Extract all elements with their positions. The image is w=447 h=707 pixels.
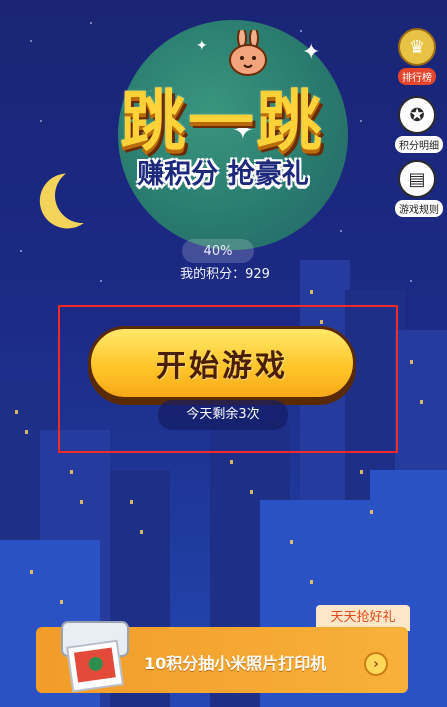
rules-icon: ▤ xyxy=(398,160,436,198)
ranking-button[interactable]: ♛ 排行榜 xyxy=(395,28,439,85)
start-game-label: 开始游戏 xyxy=(156,349,288,384)
game-rules-label: 游戏规则 xyxy=(395,200,443,217)
remaining-plays-text: 今天剩余3次 xyxy=(158,400,288,430)
star-badge-icon: ✪ xyxy=(398,96,436,134)
sparkle-icon: ✦ xyxy=(196,38,208,54)
arrow-right-icon[interactable]: › xyxy=(364,652,388,676)
ranking-label: 排行榜 xyxy=(398,68,436,85)
game-scene: ✦ ✦ ✦ 跳一跳 赚积分 抢豪礼 ♛ 排行榜 ✪ 积分明细 ▤ 游戏规则 40… xyxy=(0,0,447,707)
progress-pill: 40% xyxy=(182,239,254,263)
my-points-text: 我的积分：929 xyxy=(180,267,270,282)
trophy-icon: ♛ xyxy=(398,28,436,66)
game-logo-title: 跳一跳 xyxy=(120,83,324,160)
points-detail-button[interactable]: ✪ 积分明细 xyxy=(395,96,443,153)
game-rules-button[interactable]: ▤ 游戏规则 xyxy=(395,160,443,217)
prize-banner-text: 10积分抽小米照片打印机 xyxy=(144,654,327,673)
sparkle-icon: ✦ xyxy=(302,40,321,65)
photo-printer-icon xyxy=(61,621,129,693)
game-logo-subtitle: 赚积分 抢豪礼 xyxy=(137,159,309,190)
points-detail-label: 积分明细 xyxy=(395,136,443,153)
moon-icon xyxy=(51,164,115,228)
start-game-button[interactable]: 开始游戏 xyxy=(88,326,356,400)
